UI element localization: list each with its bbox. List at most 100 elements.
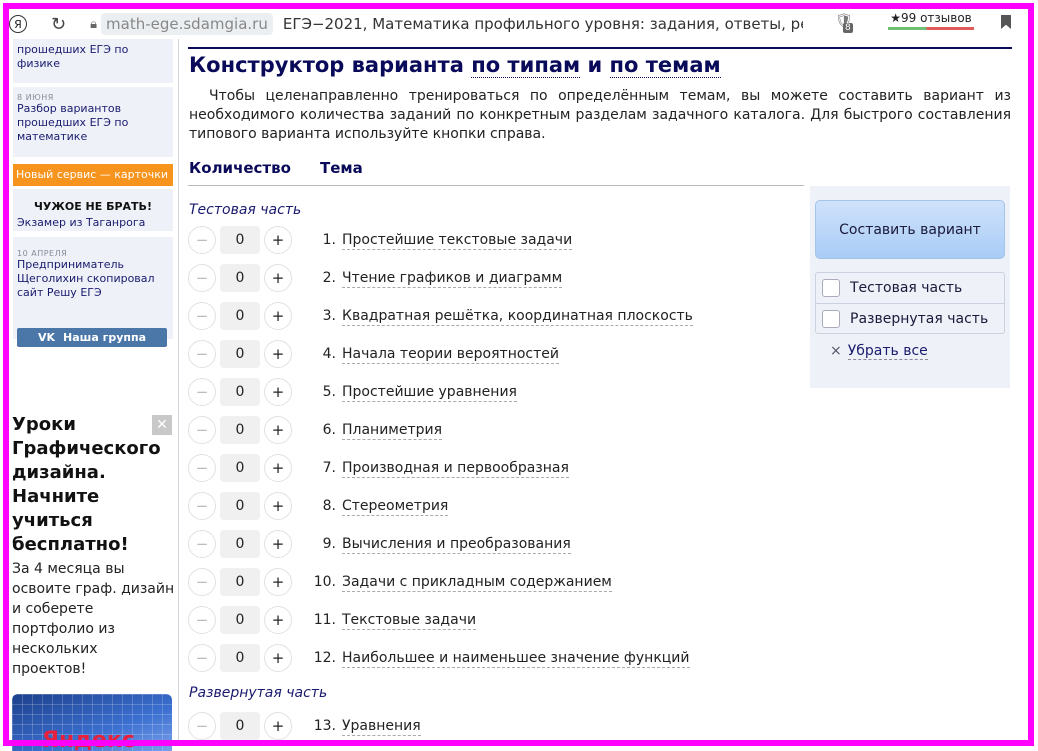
topic-link[interactable]: Квадратная решётка, координатная плоскос… [342,307,693,326]
quantity-field[interactable]: 0 [220,264,260,292]
ad-block[interactable]: Уроки Графического дизайна. Начните учит… [12,413,176,679]
topic-link[interactable]: Начала теории вероятностей [342,345,559,364]
part-checkbox-group: Тестовая часть Развернутая часть [815,272,1005,334]
topic-number: 12. [313,650,336,666]
quantity-field[interactable]: 0 [220,378,260,406]
topic-row: −0 +10. Задачи с прикладным содержанием [188,568,808,596]
decrement-button[interactable]: − [188,264,216,292]
by-types-link[interactable]: по типам [471,53,581,78]
decrement-button[interactable]: − [188,492,216,520]
vk-icon: VK [37,331,56,344]
quantity-field[interactable]: 0 [220,340,260,368]
topic-link[interactable]: Текстовые задачи [342,611,477,630]
increment-button[interactable]: + [264,416,292,444]
increment-button[interactable]: + [264,226,292,254]
ad-close-icon[interactable]: ✕ [152,415,172,435]
topic-link[interactable]: Наибольшее и наименьшее значение функций [342,649,690,668]
ad-image[interactable]: Яндекс [12,694,172,751]
increment-button[interactable]: + [264,492,292,520]
news-item[interactable]: прошедших ЕГЭ по физике [13,39,173,83]
increment-button[interactable]: + [264,530,292,558]
page-title: Конструктор варианта по типам и по темам [189,53,721,78]
increment-button[interactable]: + [264,606,292,634]
clear-all-label: Убрать все [847,343,928,360]
increment-button[interactable]: + [264,712,292,740]
news-heading: ЧУЖОЕ НЕ БРАТЬ! [34,200,152,213]
news-item[interactable]: 8 ИЮНЯ Разбор вариантов прошедших ЕГЭ по… [13,87,173,157]
decrement-button[interactable]: − [188,226,216,254]
quantity-field[interactable]: 0 [220,644,260,672]
news-link[interactable]: Экзамер из Таганрога [17,216,169,230]
decrement-button[interactable]: − [188,302,216,330]
reviews-widget[interactable]: ★99 отзывов [888,11,974,30]
decrement-button[interactable]: − [188,568,216,596]
check-test-part[interactable]: Тестовая часть [816,273,1004,303]
increment-button[interactable]: + [264,340,292,368]
checkbox[interactable] [822,309,840,328]
topic-link[interactable]: Уравнения [342,717,421,736]
topic-link[interactable]: Чтение графиков и диаграмм [342,269,563,288]
quantity-field[interactable]: 0 [220,226,260,254]
vk-group-label: Наша группа [63,331,147,344]
compose-variant-button[interactable]: Составить вариант [815,200,1005,259]
topic-number: 9. [322,536,336,552]
news-link[interactable]: Разбор вариантов прошедших ЕГЭ по матема… [17,102,169,144]
main-content: Конструктор варианта по типам и по темам… [186,39,1012,744]
protect-icon[interactable]: 🛡︎ 8 [835,13,857,35]
topic-number: 2. [322,270,336,286]
title-prefix: Конструктор варианта [189,53,464,77]
topic-link[interactable]: Простейшие уравнения [342,383,517,402]
yandex-icon[interactable]: Я [9,15,27,33]
reload-icon[interactable]: ↻ [51,14,66,35]
decrement-button[interactable]: − [188,378,216,406]
topic-link[interactable]: Вычисления и преобразования [342,535,571,554]
intro-text: Чтобы целенаправленно тренироваться по о… [189,88,1011,142]
check-extended-part[interactable]: Развернутая часть [816,303,1004,333]
news-item[interactable]: 10 АПРЕЛЯ Предприниматель Щеголихин скоп… [13,237,173,339]
topic-row: −0 +6. Планиметрия [188,416,808,444]
checkbox[interactable] [822,279,840,297]
clear-all-link[interactable]: × Убрать все [830,343,928,360]
news-date: 10 АПРЕЛЯ [17,249,68,258]
topic-row: −0 +13. Уравнения [188,712,808,740]
decrement-button[interactable]: − [188,712,216,740]
topic-link[interactable]: Производная и первообразная [342,459,569,478]
quantity-field[interactable]: 0 [220,454,260,482]
news-link[interactable]: Предприниматель Щеголихин скопировал сай… [17,258,169,300]
topic-row: −0 +8. Стереометрия [188,492,808,520]
increment-button[interactable]: + [264,644,292,672]
vk-group-button[interactable]: VK Наша группа [17,328,167,347]
window-top [0,0,1038,9]
bookmark-icon[interactable] [1001,15,1011,29]
decrement-button[interactable]: − [188,340,216,368]
topic-row: −0 +1. Простейшие текстовые задачи [188,226,808,254]
decrement-button[interactable]: − [188,644,216,672]
quantity-field[interactable]: 0 [220,492,260,520]
decrement-button[interactable]: − [188,606,216,634]
topic-link[interactable]: Планиметрия [342,421,443,440]
increment-button[interactable]: + [264,454,292,482]
quantity-field[interactable]: 0 [220,568,260,596]
address-bar[interactable]: math-ege.sdamgia.ru [101,13,273,35]
news-item[interactable]: ЧУЖОЕ НЕ БРАТЬ! Экзамер из Таганрога [13,189,173,231]
increment-button[interactable]: + [264,378,292,406]
quantity-field[interactable]: 0 [220,416,260,444]
quantity-field[interactable]: 0 [220,712,260,740]
cards-service-banner[interactable]: Новый сервис — карточки [13,164,173,186]
increment-button[interactable]: + [264,568,292,596]
browser-toolbar: Я ↻ 🔒︎ math-ege.sdamgia.ru ЕГЭ−2021, Мат… [9,9,1029,39]
increment-button[interactable]: + [264,302,292,330]
by-themes-link[interactable]: по темам [609,53,721,78]
decrement-button[interactable]: − [188,454,216,482]
increment-button[interactable]: + [264,264,292,292]
news-link[interactable]: прошедших ЕГЭ по физике [17,43,169,71]
quantity-field[interactable]: 0 [220,530,260,558]
quantity-field[interactable]: 0 [220,302,260,330]
topic-link[interactable]: Стереометрия [342,497,449,516]
topic-link[interactable]: Задачи с прикладным содержанием [342,573,612,592]
decrement-button[interactable]: − [188,416,216,444]
decrement-button[interactable]: − [188,530,216,558]
quantity-field[interactable]: 0 [220,606,260,634]
tab-title: ЕГЭ−2021, Математика профильного уровня:… [282,15,803,33]
topic-link[interactable]: Простейшие текстовые задачи [342,231,573,250]
